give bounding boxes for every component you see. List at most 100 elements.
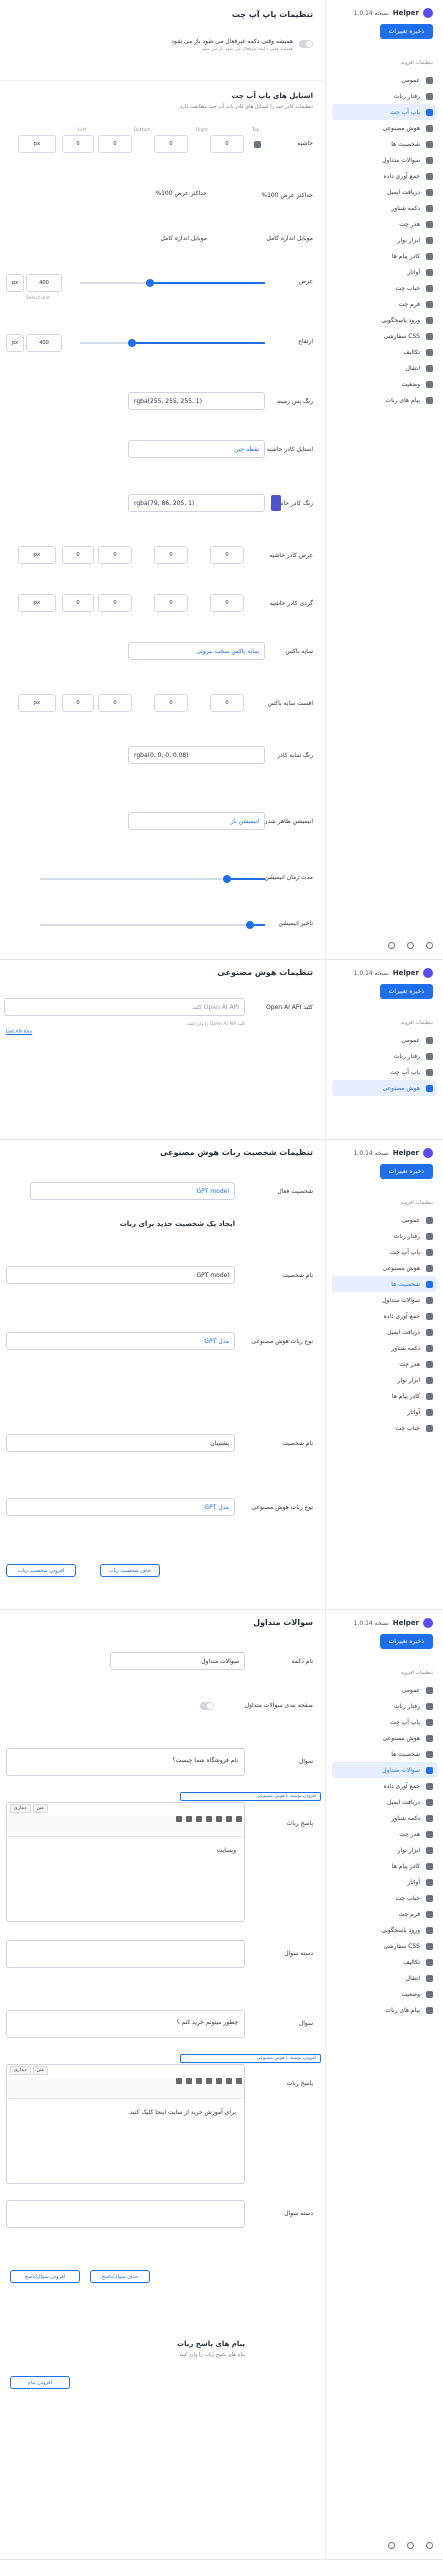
- tab-code[interactable]: متن: [32, 1804, 48, 1813]
- nav-item[interactable]: جمع آوری داده: [332, 168, 437, 184]
- nav-item[interactable]: ورود پاسخگویی: [332, 312, 437, 328]
- height-unit[interactable]: px: [6, 334, 24, 352]
- so-3[interactable]: 0: [98, 694, 132, 712]
- anim-duration-slider[interactable]: [40, 875, 265, 883]
- button-name-input[interactable]: سوالات متداول: [110, 1652, 245, 1670]
- add-faq-button[interactable]: افزودن سوال/پاسخ: [10, 2270, 80, 2283]
- align-icon[interactable]: [196, 1816, 202, 1822]
- bw-left[interactable]: 0: [62, 546, 94, 564]
- more-icon[interactable]: [176, 2078, 182, 2084]
- width-unit[interactable]: px: [6, 274, 24, 292]
- padding-left-input[interactable]: 0: [62, 135, 94, 153]
- save-button[interactable]: ذخیره تغییرات: [379, 984, 433, 999]
- nav-item[interactable]: پاپ آپ چت: [332, 1244, 437, 1260]
- width-input[interactable]: 400: [26, 274, 62, 292]
- nav-item[interactable]: رفتار ربات: [332, 1048, 437, 1064]
- nav-item[interactable]: رفتار ربات: [332, 1698, 437, 1714]
- list-icon[interactable]: [216, 2078, 222, 2084]
- nav-item[interactable]: هدر چت: [332, 216, 437, 232]
- nav-item[interactable]: هدر چت: [332, 1826, 437, 1842]
- nav-item[interactable]: CSS سفارشی: [332, 1938, 437, 1954]
- nav-item[interactable]: حباب چت: [332, 280, 437, 296]
- get-api-key-link[interactable]: Get API Key: [6, 1030, 32, 1035]
- quote-icon[interactable]: [206, 2078, 212, 2084]
- nav-item[interactable]: دکمه شناور: [332, 1340, 437, 1356]
- quote-icon[interactable]: [206, 1816, 212, 1822]
- padding-right-input[interactable]: 0: [154, 135, 188, 153]
- instagram-icon[interactable]: [407, 942, 414, 949]
- bw-bottom[interactable]: 0: [98, 546, 132, 564]
- save-button[interactable]: ذخیره تغییرات: [379, 24, 433, 39]
- radius-unit[interactable]: px: [18, 594, 56, 612]
- api-key-input[interactable]: Open AI API کلید: [4, 998, 245, 1016]
- radius-bottom[interactable]: 0: [98, 594, 132, 612]
- nav-item[interactable]: پاپ آپ چت: [332, 1064, 437, 1080]
- answer2-editor[interactable]: متن دیداری برای آموزش خرید از سایت اینجا …: [6, 2064, 245, 2184]
- shadow-select[interactable]: سایه باکس سخت بیرونی: [128, 642, 265, 660]
- nav-item[interactable]: حباب چت: [332, 1420, 437, 1436]
- bw-top[interactable]: 0: [210, 546, 244, 564]
- nav-item[interactable]: پیام های ربات: [332, 2002, 437, 2018]
- tab-code[interactable]: متن: [32, 2066, 48, 2075]
- nav-item[interactable]: سوالات متداول: [332, 152, 437, 168]
- border-color-input[interactable]: rgba(79, 86, 205, 1): [128, 494, 265, 512]
- nav-item[interactable]: هدر چت: [332, 1356, 437, 1372]
- always-open-toggle[interactable]: [299, 40, 313, 48]
- pagination-toggle[interactable]: [200, 1702, 214, 1710]
- model-select[interactable]: مدل GPT: [6, 1332, 235, 1350]
- link-icon[interactable]: [254, 141, 261, 148]
- nav-item[interactable]: رفتار ربات: [332, 88, 437, 104]
- nav-item[interactable]: دریافت ایمیل: [332, 1794, 437, 1810]
- italic-icon[interactable]: [226, 1816, 232, 1822]
- globe-icon[interactable]: [388, 942, 395, 949]
- border-style-select[interactable]: نقطه چین: [128, 440, 265, 458]
- nav-item[interactable]: پیام های ربات: [332, 392, 437, 408]
- radius-top[interactable]: 0: [210, 594, 244, 612]
- nav-item-active[interactable]: هوش مصنوعی: [332, 1080, 437, 1096]
- globe-icon[interactable]: [388, 2542, 395, 2549]
- nav-item[interactable]: فرم چت: [332, 296, 437, 312]
- so-4[interactable]: 0: [62, 694, 94, 712]
- shadow-color-input[interactable]: rgba(0, 0, 0, 0.08): [128, 746, 265, 764]
- name-input[interactable]: GPT model: [6, 1266, 235, 1284]
- save-button[interactable]: ذخیره تغییرات: [379, 1164, 433, 1179]
- nav-item[interactable]: وضعیت: [332, 1986, 437, 2002]
- anim-select[interactable]: انیمیشن باز: [128, 812, 265, 830]
- nav-item[interactable]: CSS سفارشی: [332, 328, 437, 344]
- height-slider[interactable]: [80, 339, 265, 347]
- nav-item[interactable]: آواتار: [332, 1874, 437, 1890]
- nav-item[interactable]: ابزار نوار: [332, 1372, 437, 1388]
- nav-item[interactable]: شخصیت ها: [332, 136, 437, 152]
- answer-editor[interactable]: متن دیداری وبسایت: [6, 1802, 245, 1922]
- nav-item[interactable]: دریافت ایمیل: [332, 184, 437, 200]
- nav-item[interactable]: جمع آوری داده: [332, 1308, 437, 1324]
- nav-item[interactable]: کادر پیام ها: [332, 1858, 437, 1874]
- question2-input[interactable]: چطور میتونم خرید کنم ؟: [6, 2010, 245, 2038]
- add-message-button[interactable]: افزودن پیام: [10, 2376, 70, 2389]
- nav-item[interactable]: عمومی: [332, 1032, 437, 1048]
- bg-color-input[interactable]: rgba(255, 255, 255, 1): [128, 392, 265, 410]
- delete-personality-button[interactable]: حذف شخصیت ربات: [100, 1564, 160, 1577]
- category-input[interactable]: [6, 1940, 245, 1968]
- tab-visual[interactable]: دیداری: [10, 2066, 31, 2075]
- name2-input[interactable]: پشتیبان: [6, 1434, 235, 1452]
- question-input[interactable]: نام فروشگاه شما چیست؟: [6, 1748, 245, 1776]
- bold-icon[interactable]: [236, 1816, 242, 1822]
- padding-bottom-input[interactable]: 0: [98, 135, 132, 153]
- nav-item[interactable]: دکمه شناور: [332, 1810, 437, 1826]
- nav-item[interactable]: هوش مصنوعی: [332, 1260, 437, 1276]
- tab-visual[interactable]: دیداری: [10, 1804, 31, 1813]
- nav-item[interactable]: دکمه شناور: [332, 200, 437, 216]
- nav-item-active[interactable]: شخصیت ها: [332, 1276, 437, 1292]
- radius-right[interactable]: 0: [154, 594, 188, 612]
- bold-icon[interactable]: [236, 2078, 242, 2084]
- telegram-icon[interactable]: [426, 942, 433, 949]
- nav-item[interactable]: حباب چت: [332, 1890, 437, 1906]
- padding-top-input[interactable]: 0: [210, 135, 244, 153]
- ai-write-button-2[interactable]: افزودن نوشته با هوش مصنوعی: [180, 2054, 321, 2063]
- nav-item[interactable]: ابزار نوار: [332, 1842, 437, 1858]
- nav-item[interactable]: کادر پیام ها: [332, 248, 437, 264]
- nav-item[interactable]: سوالات متداول: [332, 1292, 437, 1308]
- nav-item[interactable]: ورود پاسخگویی: [332, 1922, 437, 1938]
- nav-item[interactable]: کادر پیام ها: [332, 1388, 437, 1404]
